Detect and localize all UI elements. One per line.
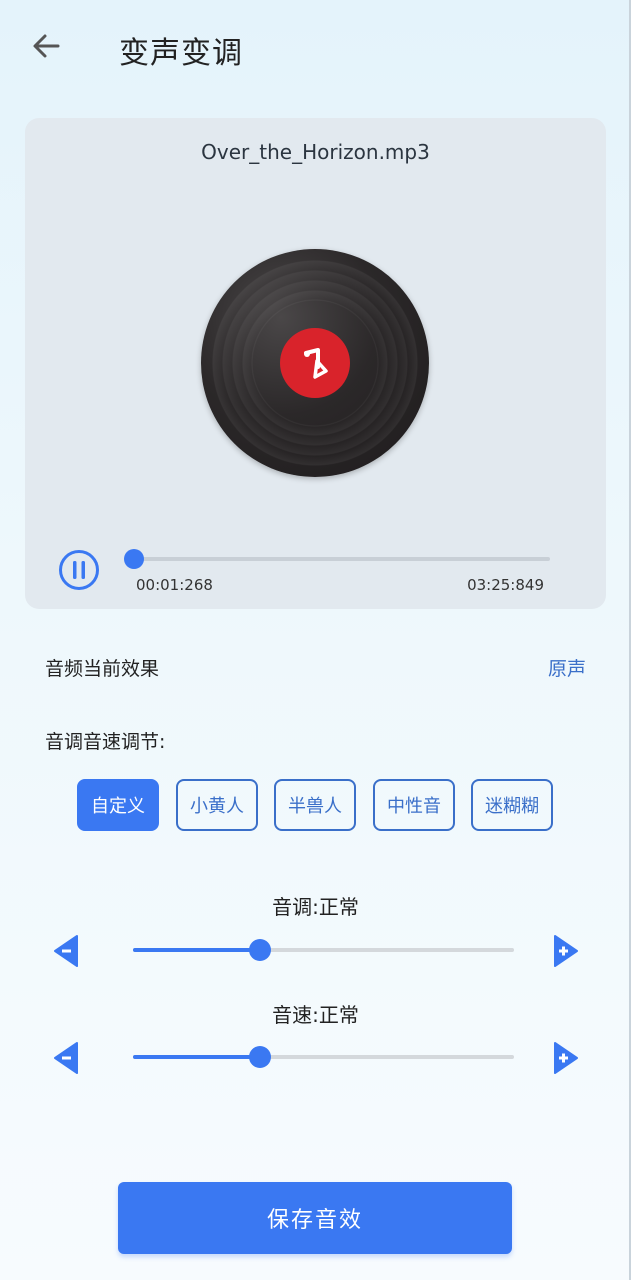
speed-increase-button[interactable] xyxy=(553,1041,579,1075)
current-time: 00:01:268 xyxy=(136,576,213,594)
total-time: 03:25:849 xyxy=(467,576,544,594)
preset-group: 自定义 小黄人 半兽人 中性音 迷糊糊 xyxy=(77,779,557,831)
pitch-caption: 音调:正常 xyxy=(272,895,359,919)
preset-muddled-button[interactable]: 迷糊糊 xyxy=(471,779,553,831)
plus-triangle-icon xyxy=(554,935,578,967)
preset-orc-button[interactable]: 半兽人 xyxy=(274,779,356,831)
progress-thumb[interactable] xyxy=(124,549,145,569)
page-title: 变声变调 xyxy=(119,36,243,71)
save-effect-button[interactable]: 保存音效 xyxy=(118,1182,512,1254)
playback-progress-bar[interactable] xyxy=(124,549,550,569)
speed-slider-fill xyxy=(133,1055,260,1059)
pitch-slider-fill xyxy=(133,948,260,952)
minus-triangle-icon xyxy=(54,935,78,967)
speed-slider[interactable] xyxy=(133,1046,514,1068)
speed-caption: 音速:正常 xyxy=(272,1003,359,1027)
preset-minion-button[interactable]: 小黄人 xyxy=(176,779,258,831)
minus-triangle-icon xyxy=(54,1042,78,1074)
vinyl-disc xyxy=(201,249,429,477)
back-button[interactable] xyxy=(24,26,68,66)
pitch-increase-button[interactable] xyxy=(553,934,579,968)
pause-icon xyxy=(59,550,99,590)
player-card: Over_the_Horizon.mp3 00:01:268 03:25:849 xyxy=(25,118,606,609)
speed-slider-thumb[interactable] xyxy=(248,1046,271,1068)
current-effect-label: 音频当前效果 xyxy=(45,658,160,680)
pitch-speed-label: 音调音速调节: xyxy=(45,731,166,753)
file-name: Over_the_Horizon.mp3 xyxy=(201,140,430,164)
speed-decrease-button[interactable] xyxy=(53,1041,79,1075)
preset-neutral-button[interactable]: 中性音 xyxy=(373,779,455,831)
plus-triangle-icon xyxy=(554,1042,578,1074)
pitch-slider[interactable] xyxy=(133,939,514,961)
top-bar: 变声变调 xyxy=(0,0,631,96)
current-effect-value: 原声 xyxy=(547,658,586,680)
music-note-icon xyxy=(280,328,350,398)
arrow-left-icon xyxy=(33,34,60,58)
pause-button[interactable] xyxy=(58,549,100,591)
pitch-decrease-button[interactable] xyxy=(53,934,79,968)
preset-custom-button[interactable]: 自定义 xyxy=(77,779,159,831)
pitch-slider-thumb[interactable] xyxy=(248,939,271,961)
